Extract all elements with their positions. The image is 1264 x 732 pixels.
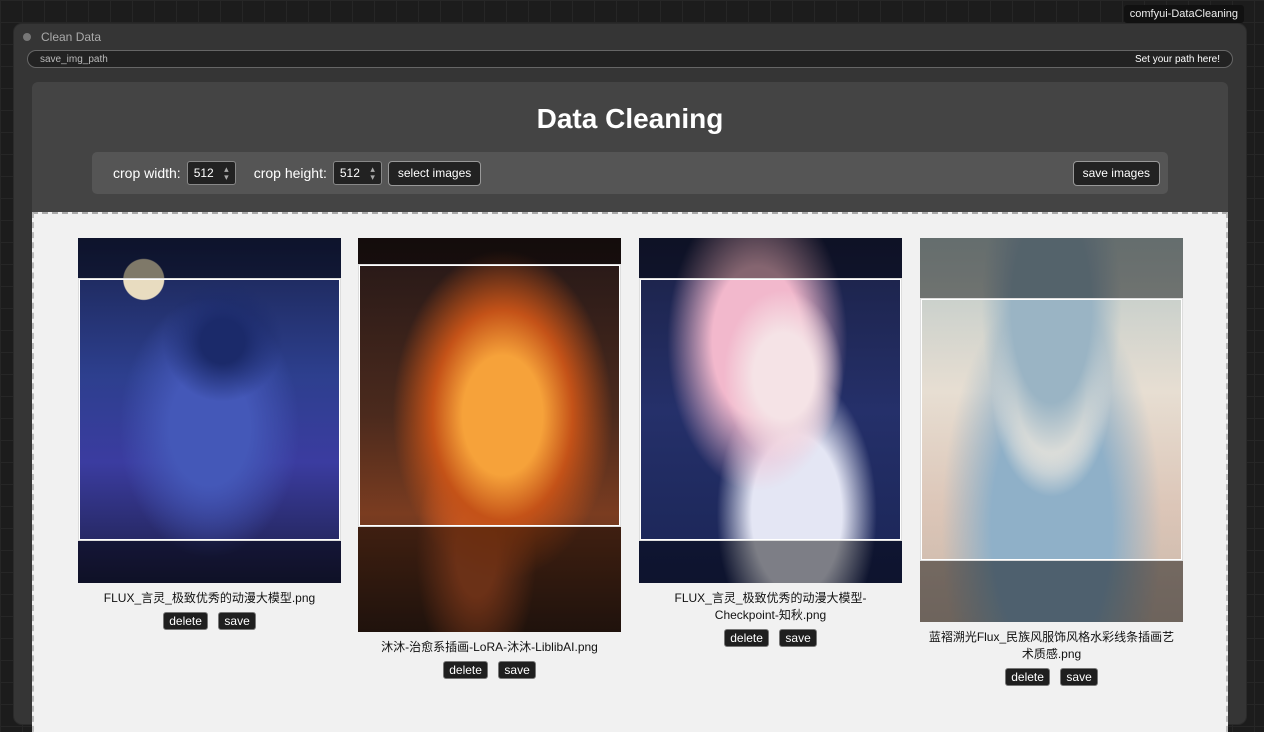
image-caption: 蓝褶溯光Flux_民族风服饰风格水彩线条插画艺术质感.png — [928, 630, 1175, 661]
crop-box[interactable] — [640, 279, 901, 540]
save-button[interactable]: save — [779, 629, 817, 647]
image-gallery: FLUX_言灵_极致优秀的动漫大模型.png delete save 沐沐-治愈… — [32, 212, 1228, 732]
image-card: FLUX_言灵_极致优秀的动漫大模型.png delete save — [78, 238, 341, 630]
image-caption: FLUX_言灵_极致优秀的动漫大模型.png — [103, 591, 316, 605]
crop-box[interactable] — [79, 279, 340, 540]
crop-mask — [78, 541, 341, 583]
node-title-bar[interactable]: Clean Data — [14, 24, 1246, 50]
crop-height-value: 512 — [339, 166, 360, 180]
image-preview[interactable] — [358, 238, 621, 632]
crop-mask — [920, 561, 1183, 622]
save-button[interactable]: save — [1060, 668, 1098, 686]
crop-width-input[interactable]: 512 ▴ ▾ — [186, 161, 236, 185]
crop-height-input[interactable]: 512 ▴ ▾ — [332, 161, 382, 185]
save-button[interactable]: save — [498, 661, 536, 679]
delete-button[interactable]: delete — [163, 612, 208, 630]
delete-button[interactable]: delete — [724, 629, 769, 647]
crop-mask — [78, 238, 341, 279]
crop-mask — [639, 541, 902, 583]
image-card: FLUX_言灵_极致优秀的动漫大模型-Checkpoint-知秋.png del… — [639, 238, 902, 647]
crop-mask — [639, 238, 902, 279]
image-preview[interactable] — [639, 238, 902, 583]
save-img-path-widget[interactable]: save_img_path Set your path here! — [27, 50, 1233, 68]
toolbar: crop width: 512 ▴ ▾ crop height: 512 ▴ ▾ s… — [92, 152, 1168, 194]
save-button[interactable]: save — [218, 612, 256, 630]
extension-badge: comfyui-DataCleaning — [1123, 5, 1244, 23]
select-images-button[interactable]: select images — [387, 160, 482, 186]
save-images-button[interactable]: save images — [1072, 160, 1160, 186]
image-card: 蓝褶溯光Flux_民族风服饰风格水彩线条插画艺术质感.png delete sa… — [920, 238, 1183, 686]
data-cleaning-panel: Data Cleaning crop width: 512 ▴ ▾ crop he… — [32, 82, 1228, 732]
crop-box[interactable] — [359, 265, 620, 526]
image-caption: 沐沐-治愈系插画-LoRA-沐沐-LiblibAI.png — [381, 640, 598, 654]
crop-height-label: crop height: — [253, 165, 327, 181]
stepper-icon[interactable]: ▴ ▾ — [224, 165, 229, 182]
image-preview[interactable] — [78, 238, 341, 583]
widget-value[interactable]: Set your path here! — [1135, 54, 1220, 65]
delete-button[interactable]: delete — [443, 661, 488, 679]
crop-width-label: crop width: — [113, 165, 181, 181]
page-title: Data Cleaning — [536, 103, 724, 134]
node-title: Clean Data — [41, 30, 102, 44]
crop-mask — [358, 238, 621, 265]
image-preview[interactable] — [920, 238, 1183, 622]
node-collapse-dot[interactable] — [23, 33, 31, 41]
delete-button[interactable]: delete — [1005, 668, 1050, 686]
crop-mask — [358, 527, 621, 632]
stepper-icon[interactable]: ▴ ▾ — [370, 165, 375, 182]
crop-mask — [920, 238, 1183, 299]
image-caption: FLUX_言灵_极致优秀的动漫大模型-Checkpoint-知秋.png — [674, 591, 867, 622]
image-card: 沐沐-治愈系插画-LoRA-沐沐-LiblibAI.png delete sav… — [358, 238, 621, 679]
crop-box[interactable] — [921, 299, 1182, 560]
widget-name: save_img_path — [40, 53, 108, 65]
crop-width-value: 512 — [193, 166, 214, 180]
